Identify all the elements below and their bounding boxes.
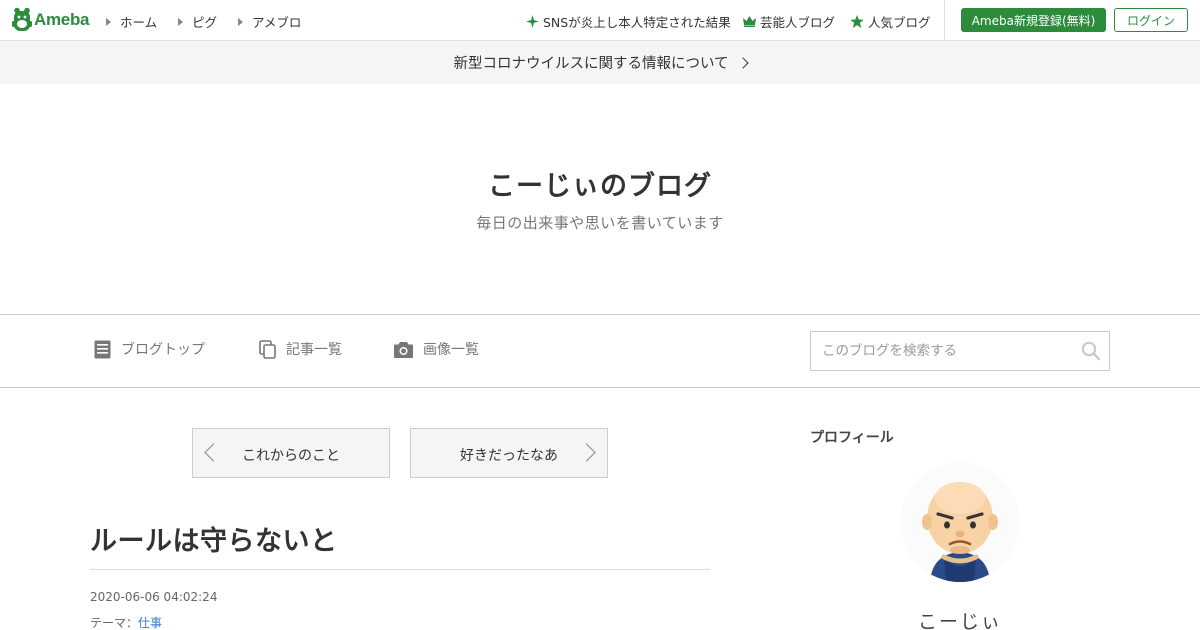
- blog-title[interactable]: こーじぃのブログ: [0, 164, 1200, 203]
- nav-link-home[interactable]: ホーム: [106, 12, 157, 31]
- blog-search-box: [810, 331, 1110, 371]
- nav-link-pigg[interactable]: ピグ: [178, 12, 217, 31]
- promo-link-sns[interactable]: SNSが炎上し本人特定された結果: [526, 12, 731, 31]
- nav-link-label: ホーム: [120, 15, 158, 30]
- nav-entry-list[interactable]: 記事一覧: [259, 339, 342, 359]
- covid-notice-link[interactable]: 新型コロナウイルスに関する情報について: [0, 41, 1200, 84]
- blog-navigation: ブログトップ 記事一覧 画像一覧: [0, 314, 1200, 388]
- theme-prefix: テーマ：: [90, 616, 139, 630]
- blog-search-input[interactable]: [811, 332, 1061, 370]
- next-entry-button[interactable]: 好きだったなあ: [410, 428, 608, 478]
- theme-link[interactable]: 仕事: [138, 616, 162, 630]
- nav-item-label: 画像一覧: [423, 342, 479, 358]
- document-icon: [94, 340, 111, 358]
- logo-text: Ameba: [34, 10, 90, 29]
- header-divider: [944, 0, 945, 41]
- title-divider: [90, 569, 710, 570]
- triangle-right-icon: [238, 17, 243, 26]
- camera-icon: [394, 341, 413, 358]
- ameba-logo[interactable]: Ameba: [12, 7, 89, 33]
- profile-heading: プロフィール: [810, 430, 894, 446]
- article-title[interactable]: ルールは守らないと: [90, 519, 338, 558]
- triangle-right-icon: [178, 17, 183, 26]
- promo-link-celebrity[interactable]: 芸能人ブログ: [743, 12, 835, 31]
- crown-icon: [743, 16, 756, 27]
- nav-item-label: ブログトップ: [121, 342, 205, 358]
- nav-link-label: アメブロ: [252, 15, 302, 30]
- search-icon[interactable]: [1081, 341, 1101, 361]
- copy-icon: [259, 339, 276, 359]
- promo-label: 芸能人ブログ: [760, 15, 836, 30]
- nav-item-label: 記事一覧: [286, 342, 342, 358]
- triangle-right-icon: [106, 17, 111, 26]
- nav-link-label: ピグ: [192, 15, 218, 30]
- global-header: Ameba ホーム ピグ アメブロ SNSが炎上し本人特定された結果 芸能人ブロ…: [0, 0, 1200, 41]
- nav-link-ameblo[interactable]: アメブロ: [238, 12, 301, 31]
- nav-blog-top[interactable]: ブログトップ: [94, 339, 205, 359]
- article-date: 2020-06-06 04:02:24: [90, 590, 218, 604]
- sparkle-icon: [526, 15, 539, 28]
- next-entry-label: 好きだったなあ: [460, 448, 558, 464]
- register-button[interactable]: Ameba新規登録(無料): [961, 8, 1106, 32]
- login-button[interactable]: ログイン: [1114, 8, 1188, 32]
- chevron-left-icon: [204, 443, 223, 462]
- chevron-right-icon: [736, 57, 749, 69]
- promo-label: SNSが炎上し本人特定された結果: [543, 15, 731, 30]
- promo-link-popular[interactable]: 人気ブログ: [850, 12, 931, 31]
- ameba-mascot-icon: [12, 7, 32, 31]
- star-icon: [850, 15, 864, 28]
- notice-text: 新型コロナウイルスに関する情報について: [453, 56, 729, 72]
- blog-description: 毎日の出来事や思いを書いています: [476, 214, 724, 232]
- avatar[interactable]: [900, 462, 1020, 582]
- chevron-right-icon: [577, 443, 596, 462]
- previous-entry-button[interactable]: これからのこと: [192, 428, 390, 478]
- article-theme: テーマ：仕事: [90, 614, 162, 630]
- avatar-image: [900, 462, 1020, 582]
- nav-image-list[interactable]: 画像一覧: [394, 339, 479, 359]
- profile-name[interactable]: こーじぃ: [860, 607, 1060, 630]
- previous-entry-label: これからのこと: [242, 448, 340, 464]
- promo-label: 人気ブログ: [868, 15, 931, 30]
